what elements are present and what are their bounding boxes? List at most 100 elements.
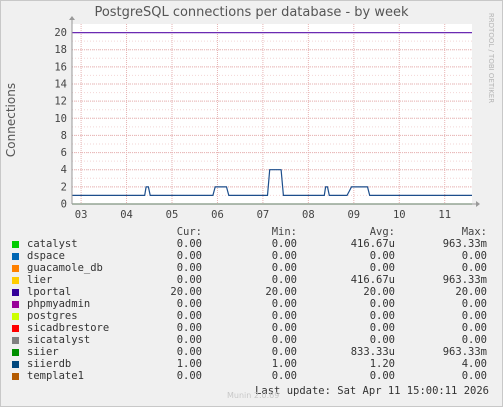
legend-max-value: 0.00 <box>461 262 487 274</box>
legend-swatch <box>12 253 19 260</box>
x-axis-arrow <box>476 201 480 207</box>
legend-max-value: 0.00 <box>461 370 487 382</box>
legend-row: sicadbrestore 0.00 0.00 0.00 0.00 <box>12 322 492 334</box>
legend-min-value: 0.00 <box>271 298 297 310</box>
legend-avg-value: 0.00 <box>369 310 395 322</box>
legend-cur-value: 0.00 <box>176 370 202 382</box>
legend-table: Cur: Min: Avg: Max: catalyst 0.00 0.00 416.… <box>12 226 492 382</box>
legend-series-name: lier <box>27 274 53 286</box>
legend-min-value: 0.00 <box>271 262 297 274</box>
legend-max-value: 0.00 <box>461 334 487 346</box>
legend-cur-value: 0.00 <box>176 346 202 358</box>
x-tick-label: 05 <box>166 209 179 221</box>
legend-avg-value: 416.67u <box>350 238 395 250</box>
header-cur: Cur: <box>176 226 202 238</box>
legend-min-value: 0.00 <box>271 370 297 382</box>
legend-cur-value: 0.00 <box>176 238 202 250</box>
x-tick-label: 09 <box>347 209 360 221</box>
x-tick-label: 11 <box>438 209 451 221</box>
legend-max-value: 0.00 <box>461 298 487 310</box>
y-tick-label: 16 <box>54 61 67 73</box>
x-tick-label: 06 <box>211 209 224 221</box>
legend-swatch <box>12 301 19 308</box>
legend-avg-value: 0.00 <box>369 334 395 346</box>
munin-version: Munin 2.0.69 <box>227 391 280 400</box>
legend-series-name: lportal <box>27 286 72 298</box>
legend-avg-value: 833.33u <box>350 346 395 358</box>
legend-series-name: catalyst <box>27 238 78 250</box>
legend-max-value: 20.00 <box>455 286 487 298</box>
legend-swatch <box>12 373 19 380</box>
legend-max-value: 4.00 <box>461 358 487 370</box>
legend-row: sicatalyst 0.00 0.00 0.00 0.00 <box>12 334 492 346</box>
last-update: Last update: Sat Apr 11 15:00:11 2026 <box>255 385 489 397</box>
legend-min-value: 0.00 <box>271 274 297 286</box>
legend-series-name: sicadbrestore <box>27 322 110 334</box>
legend-row: postgres 0.00 0.00 0.00 0.00 <box>12 310 492 322</box>
y-tick-label: 18 <box>54 44 67 56</box>
legend-min-value: 0.00 <box>271 310 297 322</box>
legend-swatch <box>12 313 19 320</box>
y-tick-label: 0 <box>61 199 67 211</box>
y-tick-label: 4 <box>61 164 67 176</box>
legend-swatch <box>12 361 19 368</box>
legend-swatch <box>12 325 19 332</box>
legend-series-name: siier <box>27 346 59 358</box>
legend-series-name: dspace <box>27 250 65 262</box>
header-avg: Avg: <box>369 226 395 238</box>
legend-min-value: 20.00 <box>265 286 297 298</box>
legend-avg-value: 1.20 <box>369 358 395 370</box>
header-max: Max: <box>461 226 487 238</box>
legend-cur-value: 0.00 <box>176 322 202 334</box>
legend-avg-value: 0.00 <box>369 298 395 310</box>
legend-row: lier 0.00 0.00 416.67u 963.33m <box>12 274 492 286</box>
legend-min-value: 1.00 <box>271 358 297 370</box>
legend-cur-value: 0.00 <box>176 298 202 310</box>
y-tick-label: 2 <box>61 181 67 193</box>
legend-avg-value: 20.00 <box>363 286 395 298</box>
y-tick-label: 10 <box>54 113 67 125</box>
legend-cur-value: 0.00 <box>176 310 202 322</box>
legend-min-value: 0.00 <box>271 346 297 358</box>
legend-min-value: 0.00 <box>271 238 297 250</box>
legend-row: template1 0.00 0.00 0.00 0.00 <box>12 370 492 382</box>
legend-row: siier 0.00 0.00 833.33u 963.33m <box>12 346 492 358</box>
legend-swatch <box>12 241 19 248</box>
legend-avg-value: 0.00 <box>369 370 395 382</box>
y-tick-label: 20 <box>54 27 67 39</box>
legend-series-name: siierdb <box>27 358 72 370</box>
legend-row: phpmyadmin 0.00 0.00 0.00 0.00 <box>12 298 492 310</box>
legend-swatch <box>12 265 19 272</box>
legend-cur-value: 0.00 <box>176 262 202 274</box>
legend-cur-value: 0.00 <box>176 250 202 262</box>
legend-swatch <box>12 277 19 284</box>
legend-swatch <box>12 289 19 296</box>
legend-avg-value: 0.00 <box>369 322 395 334</box>
y-axis-arrow <box>69 16 75 20</box>
y-tick-label: 12 <box>54 96 67 108</box>
legend-row: catalyst 0.00 0.00 416.67u 963.33m <box>12 238 492 250</box>
legend-series-name: template1 <box>27 370 84 382</box>
y-tick-label: 8 <box>61 130 67 142</box>
legend-cur-value: 0.00 <box>176 334 202 346</box>
legend-series-name: guacamole_db <box>27 262 103 274</box>
x-tick-label: 10 <box>393 209 406 221</box>
legend-avg-value: 0.00 <box>369 250 395 262</box>
legend-series-name: sicatalyst <box>27 334 91 346</box>
plot-background <box>72 24 472 204</box>
legend-row: guacamole_db 0.00 0.00 0.00 0.00 <box>12 262 492 274</box>
legend-header: Cur: Min: Avg: Max: <box>12 226 492 238</box>
legend-row: dspace 0.00 0.00 0.00 0.00 <box>12 250 492 262</box>
x-tick-label: 07 <box>257 209 270 221</box>
legend-swatch <box>12 337 19 344</box>
legend-max-value: 0.00 <box>461 322 487 334</box>
x-tick-label: 04 <box>120 209 133 221</box>
y-tick-label: 6 <box>61 147 67 159</box>
legend-avg-value: 416.67u <box>350 274 395 286</box>
legend-row: siierdb 1.00 1.00 1.20 4.00 <box>12 358 492 370</box>
legend-rows: catalyst 0.00 0.00 416.67u 963.33m dspace 0.00… <box>12 238 492 382</box>
legend-series-name: postgres <box>27 310 78 322</box>
legend-swatch <box>12 349 19 356</box>
legend-min-value: 0.00 <box>271 322 297 334</box>
y-tick-label: 14 <box>54 79 67 91</box>
